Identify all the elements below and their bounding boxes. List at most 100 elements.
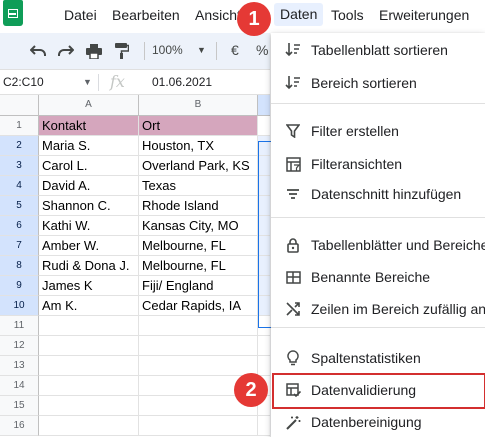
print-icon[interactable] [84,41,104,61]
select-all-corner[interactable] [0,95,39,116]
row-header[interactable]: 15 [0,396,39,416]
table-row: 5 Shannon C. Rhode Island [0,196,270,216]
menu-item-label: Bereich sortieren [311,75,417,91]
row-header[interactable]: 9 [0,276,39,296]
row-header[interactable]: 7 [0,236,39,256]
menu-item-lock[interactable]: Tabellenblätter und Bereiche schützen [271,229,485,261]
table-cell[interactable] [258,416,270,436]
table-cell[interactable]: Kathi W. [39,216,139,236]
menu-divider [271,217,485,218]
formula-input[interactable]: 01.06.2021 [152,75,212,89]
table-cell[interactable]: Carol L. [39,156,139,176]
table-row: 15 [0,396,270,416]
menu-item-magic-wand[interactable]: Datenbereinigung [271,406,485,437]
table-cell[interactable]: Kontakt [39,116,139,136]
sheets-logo-icon[interactable] [3,0,23,26]
row-header[interactable]: 11 [0,316,39,336]
column-header-b[interactable]: B [139,95,258,116]
menu-item-label: Benannte Bereiche [311,269,431,285]
percent-format-button[interactable]: % [256,42,268,58]
table-cell[interactable]: Shannon C. [39,196,139,216]
row-header[interactable]: 13 [0,356,39,376]
menu-item-lightbulb[interactable]: Spaltenstatistiken [271,342,485,374]
row-header[interactable]: 16 [0,416,39,436]
row-header[interactable]: 4 [0,176,39,196]
table-cell[interactable] [39,316,139,336]
table-cell[interactable]: Fiji/ England [139,276,258,296]
row-header[interactable]: 5 [0,196,39,216]
row-header[interactable]: 6 [0,216,39,236]
table-cell[interactable] [39,376,139,396]
table-cell[interactable] [139,416,258,436]
table-cell[interactable] [139,316,258,336]
row-header[interactable]: 1 [0,116,39,136]
menu-item-filter-views[interactable]: Filteransichten [271,148,485,180]
selection-range [258,141,272,328]
paint-format-icon[interactable] [112,41,132,61]
table-cell[interactable]: Am K. [39,296,139,316]
table-cell[interactable]: Texas [139,176,258,196]
column-header-a[interactable]: A [39,95,139,116]
menu-ansicht[interactable]: Ansicht [195,7,241,23]
table-row: 11 [0,316,270,336]
menu-item-sort-range[interactable]: Bereich sortieren [271,67,485,99]
redo-icon[interactable] [56,41,76,61]
table-cell[interactable]: Ort [139,116,258,136]
row-header[interactable]: 10 [0,296,39,316]
table-cell[interactable] [39,356,139,376]
table-cell[interactable]: James K [39,276,139,296]
table-cell[interactable]: Houston, TX [139,136,258,156]
table-cell[interactable] [39,396,139,416]
table-cell[interactable]: Kansas City, MO [139,216,258,236]
spreadsheet-grid[interactable]: A B 1 Kontakt Ort 2 Maria S. Houston, TX 3 Caro… [0,95,270,437]
magic-wand-icon [285,414,301,430]
table-cell[interactable]: Rhode Island [139,196,258,216]
menu-erweiterungen[interactable]: Erweiterungen [379,7,469,23]
menu-item-shuffle[interactable]: Zeilen im Bereich zufällig anordnen [271,293,485,325]
name-box[interactable]: C2:C10 [3,75,44,89]
table-row: 9 James K Fiji/ England [0,276,270,296]
table-cell[interactable]: Maria S. [39,136,139,156]
zoom-select[interactable]: 100% [152,43,183,57]
column-header-c[interactable] [258,95,270,116]
menu-item-named-ranges[interactable]: Benannte Bereiche [271,261,485,293]
menu-item-slicer[interactable]: Datenschnitt hinzufügen [271,178,485,210]
row-header[interactable]: 3 [0,156,39,176]
menu-item-filter[interactable]: Filter erstellen [271,115,485,147]
table-cell[interactable]: Melbourne, FL [139,236,258,256]
chevron-down-icon[interactable]: ▼ [83,77,92,87]
row-header[interactable]: 8 [0,256,39,276]
row-header[interactable]: 12 [0,336,39,356]
table-cell[interactable] [258,356,270,376]
table-cell[interactable]: Overland Park, KS [139,156,258,176]
table-cell[interactable]: Rudi & Dona J. [39,256,139,276]
table-cell[interactable] [258,116,270,136]
table-cell[interactable]: Amber W. [39,236,139,256]
table-row: 1 Kontakt Ort [0,116,270,136]
table-cell[interactable] [258,336,270,356]
menu-tools[interactable]: Tools [331,7,364,23]
chevron-down-icon[interactable]: ▼ [197,45,206,55]
menu-datei[interactable]: Datei [64,7,97,23]
table-cell[interactable]: Melbourne, FL [139,256,258,276]
table-cell[interactable]: Cedar Rapids, IA [139,296,258,316]
table-cell[interactable] [39,336,139,356]
table-cell[interactable] [139,336,258,356]
row-header[interactable]: 2 [0,136,39,156]
menu-item-label: Datenbereinigung [311,414,422,430]
menu-daten[interactable]: Daten [274,3,324,26]
formula-bar: C2:C10 ▼ fx 01.06.2021 [0,69,270,95]
undo-icon[interactable] [28,41,48,61]
table-row: 3 Carol L. Overland Park, KS [0,156,270,176]
currency-format-button[interactable]: € [231,42,239,58]
table-cell[interactable]: David A. [39,176,139,196]
menu-item-label: Datenschnitt hinzufügen [311,186,462,202]
row-header[interactable]: 14 [0,376,39,396]
table-cell[interactable] [39,416,139,436]
menu-bearbeiten[interactable]: Bearbeiten [112,7,180,23]
table-row: 2 Maria S. Houston, TX [0,136,270,156]
menu-item-label: Tabellenblatt sortieren [311,42,448,58]
table-row: 4 David A. Texas [0,176,270,196]
menu-item-sort[interactable]: Tabellenblatt sortieren [271,34,485,66]
table-cell[interactable] [139,356,258,376]
